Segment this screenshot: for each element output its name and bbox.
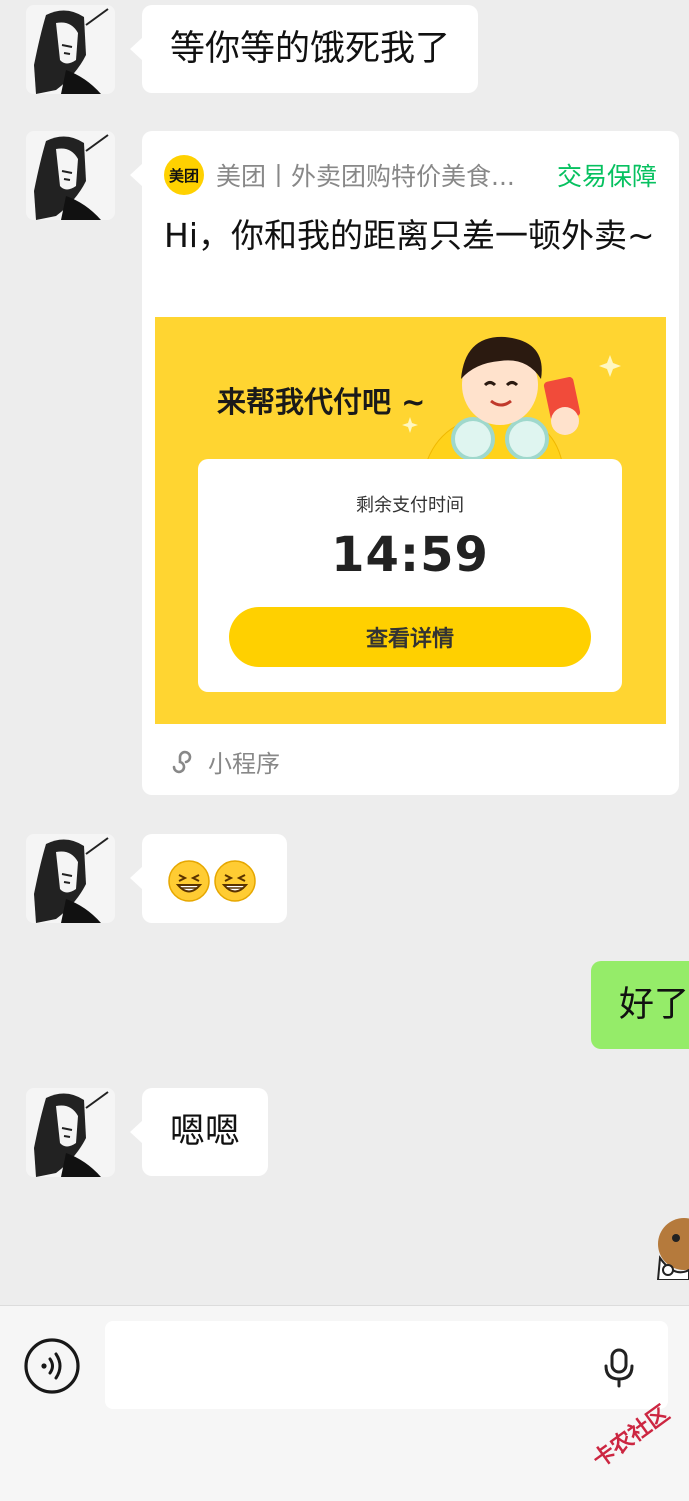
message-text: 等你等的饿死我了 (170, 29, 451, 69)
message-bubble[interactable]: 等你等的饿死我了 (129, 5, 479, 93)
mini-program-card[interactable]: 美团 美团丨外卖团购特价美食... 交易保障 Hi，你和我的距离只差一顿外卖~ (130, 131, 679, 795)
meituan-logo-icon: 美团 (164, 155, 204, 195)
card-footer: 小程序 (168, 743, 280, 779)
self-message-bubble[interactable]: 好了 (591, 961, 689, 1049)
payment-panel: 剩余支付时间 14:59 查看详情 (198, 459, 622, 692)
contact-avatar[interactable] (26, 834, 115, 923)
input-bar (0, 1305, 689, 1501)
sticker-image[interactable] (654, 1214, 689, 1280)
contact-avatar[interactable] (26, 5, 115, 94)
card-banner: 来帮我代付吧 ~ 剩余支付时间 14:59 查看详情 (155, 317, 666, 724)
mini-program-label: 小程序 (208, 749, 280, 778)
contact-avatar[interactable] (26, 1088, 115, 1177)
chat-area[interactable]: 等你等的饿死我了 美团 美团丨外卖团购特价美食... 交易保障 Hi，你和我的距… (0, 0, 689, 1305)
message-text: 嗯嗯 (170, 1112, 241, 1152)
contact-avatar[interactable] (26, 131, 115, 220)
card-title: Hi，你和我的距离只差一顿外卖~ (164, 216, 655, 255)
view-details-button[interactable]: 查看详情 (229, 607, 591, 667)
mini-program-icon (172, 750, 192, 774)
microphone-icon[interactable] (601, 1348, 637, 1388)
voice-mode-icon[interactable] (23, 1337, 81, 1395)
brand-name: 美团丨外卖团购特价美食... (216, 162, 515, 191)
message-bubble[interactable] (130, 834, 287, 923)
banner-slogan: 来帮我代付吧 ~ (217, 385, 426, 419)
message-input[interactable] (105, 1321, 668, 1409)
card-header: 美团 美团丨外卖团购特价美食... 交易保障 (164, 155, 657, 195)
grinning-squint-icon (214, 860, 256, 902)
message-text: 好了 (619, 985, 689, 1025)
payment-countdown: 14:59 (331, 527, 489, 583)
guarantee-badge: 交易保障 (556, 162, 657, 191)
payment-time-label: 剩余支付时间 (356, 495, 464, 516)
grinning-squint-icon (168, 860, 210, 902)
message-bubble[interactable]: 嗯嗯 (129, 1088, 269, 1176)
